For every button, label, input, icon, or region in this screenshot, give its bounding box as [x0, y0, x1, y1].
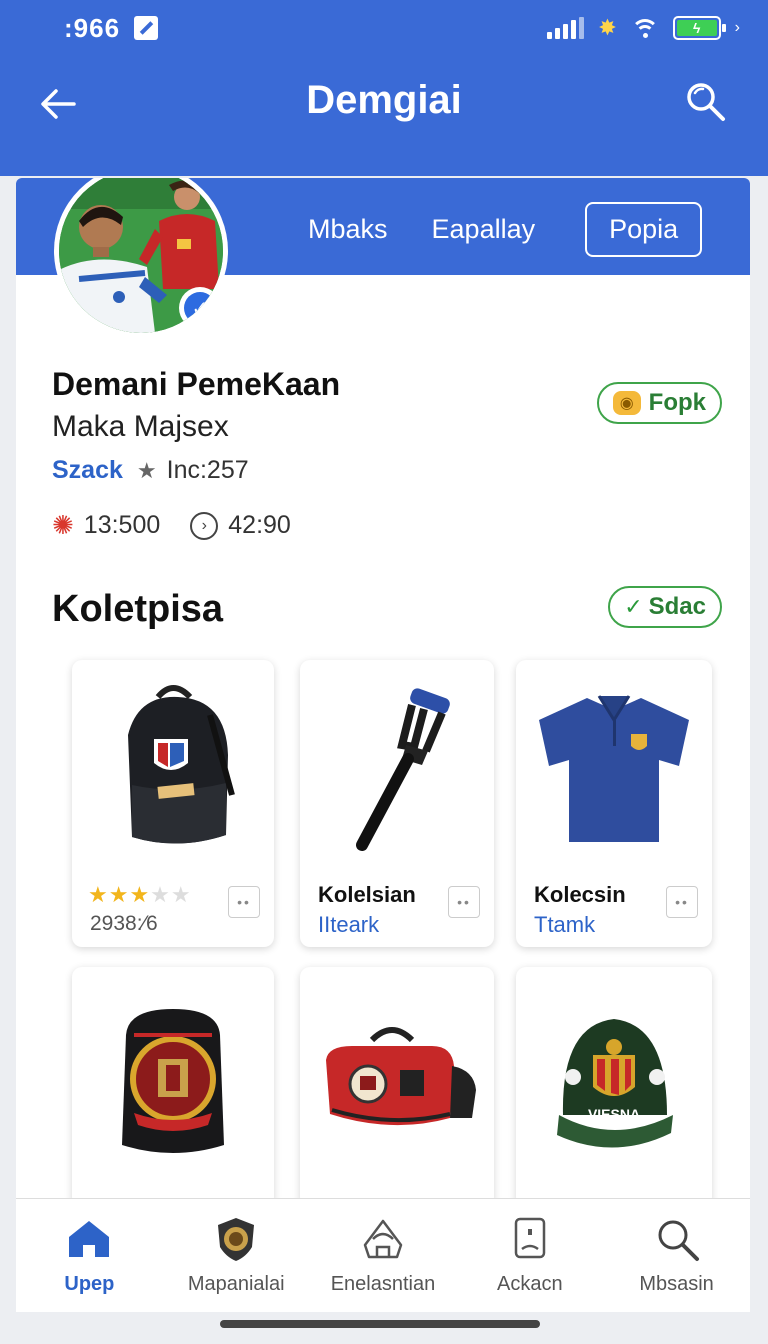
page-title: Demgiai	[306, 78, 462, 122]
cap-image: VIESNA	[516, 967, 712, 1192]
home-icon	[69, 1221, 110, 1257]
stat-following: › 42:90	[190, 511, 291, 540]
profile-meta: Szack ★ Inc:257	[52, 456, 249, 485]
stick-image	[300, 660, 494, 870]
product-tile-duffel[interactable]	[300, 967, 494, 1207]
profile-card: ✓ Mbaks Eapallay Popia Demani PemeKaan M…	[16, 178, 750, 1312]
nav-item-ackacn[interactable]: Ackacn	[460, 1215, 600, 1296]
nav-item-mbsasin[interactable]: Mbsasin	[607, 1215, 747, 1296]
tile-subtitle[interactable]: IIteark	[318, 912, 379, 938]
verified-check-icon: ✓	[184, 292, 216, 324]
nav-label: Mbsasin	[639, 1273, 714, 1295]
check-tag-icon: ✓	[624, 594, 643, 619]
profile-tabs: Mbaks Eapallay Popia	[286, 202, 703, 257]
shield-badge-icon	[218, 1218, 255, 1261]
rating-text: Inc:257	[166, 456, 249, 484]
shirt-image	[516, 660, 712, 870]
tent-icon	[363, 1219, 403, 1259]
tile-count: 2938:⁄6	[90, 912, 158, 935]
stars-empty: ★★	[150, 882, 192, 907]
nav-label: Enelasntian	[330, 1273, 436, 1295]
follow-badge[interactable]: ◉ Fopk	[596, 382, 722, 424]
phone-card-icon	[514, 1217, 546, 1259]
bag-image	[72, 967, 274, 1192]
tile-subtitle[interactable]: Ttamk	[534, 912, 595, 938]
wifi-icon	[630, 17, 659, 39]
stat-following-value: 42:90	[228, 511, 291, 539]
nav-label: Mapanialai	[187, 1273, 285, 1295]
edit-square-icon	[134, 16, 159, 40]
home-indicator[interactable]	[220, 1320, 540, 1328]
product-tile-bag[interactable]	[72, 967, 274, 1207]
star-icon: ★	[136, 457, 157, 483]
more-options-button[interactable]: ••	[448, 886, 480, 918]
tab-popia[interactable]: Popia	[585, 202, 703, 257]
more-options-button[interactable]: ••	[228, 886, 260, 918]
tile-title: Kolelsian	[318, 882, 416, 907]
status-time: :966	[64, 12, 121, 43]
nav-item-enelasntian[interactable]: Enelasntian	[313, 1215, 453, 1296]
more-options-button[interactable]: ••	[666, 886, 698, 918]
signal-bars-icon	[547, 17, 585, 39]
follow-badge-label: Fopk	[648, 389, 706, 416]
stat-followers-value: 13:500	[83, 511, 161, 539]
product-tile-shirt[interactable]: Kolecsin Ttamk ••	[516, 660, 712, 947]
duffel-image	[300, 967, 494, 1192]
product-tile-stick[interactable]: Kolelsian IIteark ••	[300, 660, 494, 947]
chevron-circle-icon: ›	[190, 511, 219, 540]
status-chevron-icon: ›	[734, 19, 740, 36]
product-tile-cap[interactable]: VIESNA	[516, 967, 712, 1207]
stars-filled: ★★★	[88, 882, 151, 907]
sparkle-icon: ✸	[598, 15, 617, 40]
status-bar: :966 ✸ ϟ ›	[0, 0, 768, 56]
tile-title: Kolecsin	[534, 882, 626, 907]
profile-link[interactable]: Szack	[52, 456, 123, 485]
nav-item-home[interactable]: Upep	[19, 1215, 159, 1296]
nav-item-mapanialai[interactable]: Mapanialai	[166, 1215, 306, 1296]
nav-label: Upep	[64, 1273, 115, 1295]
status-right: ✸ ϟ ›	[547, 15, 740, 41]
stat-followers: ✺ 13:500	[52, 510, 160, 541]
sale-badge[interactable]: ✓ Sdac	[608, 586, 722, 628]
backpack-image	[72, 660, 274, 870]
profile-subname: Maka Majsex	[52, 410, 229, 443]
cap-print-text: VIESNA	[588, 1106, 640, 1122]
tab-mbaks[interactable]: Mbaks	[286, 204, 410, 255]
app-bar: Demgiai	[0, 56, 768, 176]
avatar-image: ✓	[59, 178, 223, 333]
rating-stars: ★★★★★	[88, 882, 192, 908]
status-left: :966	[64, 12, 159, 44]
nav-label: Ackacn	[496, 1273, 563, 1295]
profile-stats: ✺ 13:500 › 42:90	[52, 510, 291, 541]
battery-charging-icon: ϟ	[672, 16, 726, 40]
bottom-nav: Upep Mapanialai Enelasntian Ackacn Mbsas…	[16, 1198, 750, 1312]
collection-title: Koletpisa	[52, 588, 224, 630]
tab-eapallay[interactable]: Eapallay	[410, 204, 558, 255]
search-icon	[658, 1220, 699, 1261]
search-icon[interactable]	[684, 80, 728, 124]
profile-name: Demani PemeKaan	[52, 366, 341, 402]
avatar[interactable]: ✓	[54, 178, 228, 338]
coin-icon: ◉	[612, 391, 641, 415]
verified-badge: ✓	[179, 287, 221, 329]
product-tile-backpack[interactable]: ★★★★★ 2938:⁄6 ••	[72, 660, 274, 947]
sale-badge-label: Sdac	[648, 593, 706, 620]
bug-icon: ✺	[52, 510, 74, 540]
